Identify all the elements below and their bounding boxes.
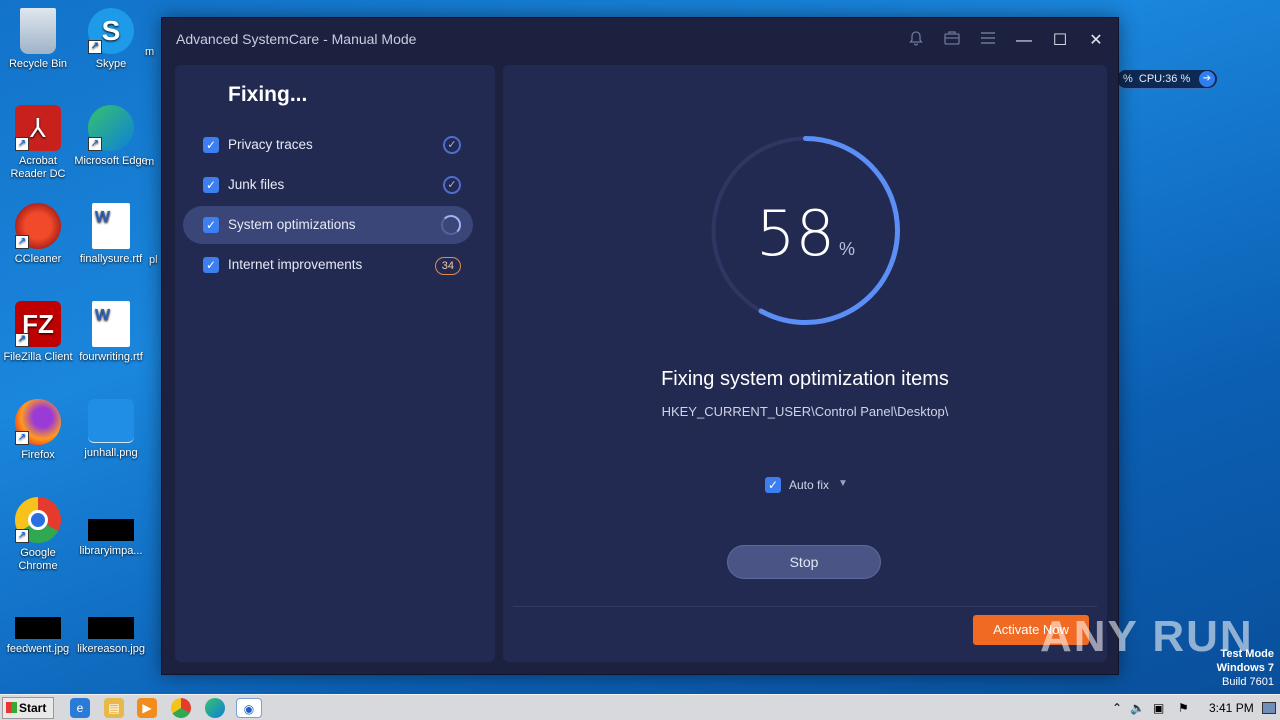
check-circle-icon: ✓ xyxy=(443,136,461,154)
image-file-icon xyxy=(15,617,61,639)
task-privacy-traces[interactable]: ✓ Privacy traces ✓ xyxy=(183,126,473,164)
build-label: Build 7601 xyxy=(1222,676,1274,688)
file-explorer-icon[interactable]: ▤ xyxy=(104,698,124,718)
bell-icon[interactable] xyxy=(905,30,927,52)
divider xyxy=(513,606,1097,607)
edge-taskbar-icon[interactable] xyxy=(205,698,225,718)
menu-icon[interactable] xyxy=(977,30,999,52)
recycle-bin-icon xyxy=(20,8,56,54)
task-system-optimizations[interactable]: ✓ System optimizations xyxy=(183,206,473,244)
advanced-systemcare-taskbar-icon[interactable]: ◉ xyxy=(236,698,262,718)
auto-fix-checkbox[interactable]: ✓ xyxy=(765,477,781,493)
fixing-heading: Fixing... xyxy=(228,83,308,106)
window-title: Advanced SystemCare - Manual Mode xyxy=(176,31,417,47)
minimize-button[interactable]: — xyxy=(1013,30,1035,52)
windows-version-label: Windows 7 xyxy=(1216,662,1274,674)
auto-fix-option[interactable]: ✓ Auto fix ▼ xyxy=(765,476,865,494)
tray-expand-icon[interactable]: ⌃ xyxy=(1112,701,1122,715)
task-list-panel: Fixing... ✓ Privacy traces ✓ ✓ Junk file… xyxy=(175,65,495,662)
chrome-icon: ↗ xyxy=(15,497,61,543)
progress-unit: % xyxy=(838,239,855,259)
task-label: Privacy traces xyxy=(228,137,313,152)
task-junk-files[interactable]: ✓ Junk files ✓ xyxy=(183,166,473,204)
task-internet-improvements[interactable]: ✓ Internet improvements 34 xyxy=(183,246,473,284)
image-file-icon xyxy=(88,519,134,541)
test-mode-label: Test Mode xyxy=(1220,648,1274,660)
os-test-mode-info: Test Mode Windows 7 Build 7601 xyxy=(1217,647,1274,689)
network-icon[interactable]: ▣ xyxy=(1153,701,1164,715)
desktop-icon-recycle-bin[interactable]: Recycle Bin xyxy=(0,8,76,71)
desktop-icon-finallysure[interactable]: W finallysure.rtf xyxy=(73,203,149,266)
image-file-icon xyxy=(88,617,134,639)
desktop-icon-feedwent[interactable]: feedwent.jpg xyxy=(0,595,76,656)
cpu-widget-label: CPU:36 % xyxy=(1138,73,1191,85)
media-player-icon[interactable]: ▶ xyxy=(137,698,157,718)
chrome-taskbar-icon[interactable] xyxy=(171,698,191,718)
ccleaner-icon: ↗ xyxy=(15,203,61,249)
progress-value: 58 xyxy=(756,197,835,270)
progress-percentage: 58% xyxy=(708,197,903,270)
check-circle-icon: ✓ xyxy=(443,176,461,194)
close-button[interactable]: ✕ xyxy=(1085,30,1107,52)
task-label: Internet improvements xyxy=(228,257,363,272)
clock[interactable]: 3:41 PM xyxy=(1209,701,1254,715)
checkbox[interactable]: ✓ xyxy=(203,217,219,233)
desktop-icon-ccleaner[interactable]: ↗ CCleaner xyxy=(0,203,76,266)
desktop-icon-filezilla[interactable]: FZ ↗ FileZilla Client xyxy=(0,301,76,364)
status-title: Fixing system optimization items xyxy=(661,368,949,390)
image-file-icon xyxy=(88,399,134,443)
checkbox[interactable]: ✓ xyxy=(203,257,219,273)
auto-fix-label: Auto fix xyxy=(789,478,830,492)
task-label: Junk files xyxy=(228,177,285,192)
titlebar: Advanced SystemCare - Manual Mode — ☐ ✕ xyxy=(162,18,1118,64)
acrobat-icon: ⅄ ↗ xyxy=(15,105,61,151)
loading-spinner-icon xyxy=(441,215,461,235)
show-desktop-button[interactable] xyxy=(1262,702,1276,714)
task-label: System optimizations xyxy=(228,217,356,232)
windows-logo-icon xyxy=(6,702,17,713)
word-document-icon: W xyxy=(92,203,130,249)
filezilla-icon: FZ ↗ xyxy=(15,301,61,347)
internet-explorer-icon[interactable]: e xyxy=(70,698,90,718)
checkbox[interactable]: ✓ xyxy=(203,137,219,153)
skype-icon: S ↗ xyxy=(88,8,134,54)
desktop-icon-edge[interactable]: ↗ Microsoft Edge xyxy=(73,105,149,168)
taskbar: Start e ▤ ▶ ◉ ⌃ 🔈 ▣ ⚑ 3:41 PM xyxy=(0,694,1280,720)
action-center-flag-icon[interactable]: ⚑ xyxy=(1178,701,1189,715)
edge-icon: ↗ xyxy=(88,105,134,151)
desktop-icon-skype[interactable]: S ↗ Skype xyxy=(73,8,149,71)
arrow-right-icon[interactable]: ➔ xyxy=(1199,71,1215,87)
firefox-icon: ↗ xyxy=(15,399,61,445)
desktop-icon-libraryimpa[interactable]: libraryimpa... xyxy=(73,497,149,558)
stop-button[interactable]: Stop xyxy=(727,545,881,579)
start-button[interactable]: Start xyxy=(2,697,54,719)
status-path: HKEY_CURRENT_USER\Control Panel\Desktop\ xyxy=(661,404,949,419)
progress-ring: 58% xyxy=(708,133,903,328)
desktop-icon-likereason[interactable]: likereason.jpg xyxy=(73,595,149,656)
progress-panel: 58% Fixing system optimization items HKE… xyxy=(503,65,1107,662)
desktop-icon-junhall[interactable]: junhall.png xyxy=(73,399,149,460)
desktop-icon-firefox[interactable]: ↗ Firefox xyxy=(0,399,76,462)
chevron-down-icon[interactable]: ▼ xyxy=(838,478,848,489)
cpu-monitor-widget[interactable]: % CPU:36 % ➔ xyxy=(1116,69,1218,89)
volume-icon[interactable]: 🔈 xyxy=(1130,701,1145,715)
cpu-widget-prefix: % xyxy=(1123,73,1133,85)
toolbox-icon[interactable] xyxy=(941,30,963,52)
desktop-icon-fourwriting[interactable]: W fourwriting.rtf xyxy=(73,301,149,364)
desktop-icon-chrome[interactable]: ↗ Google Chrome xyxy=(0,497,76,573)
app-window: Advanced SystemCare - Manual Mode — ☐ ✕ … xyxy=(161,17,1119,675)
start-label: Start xyxy=(19,701,47,715)
maximize-button[interactable]: ☐ xyxy=(1049,30,1071,52)
desktop-icon-acrobat[interactable]: ⅄ ↗ Acrobat Reader DC xyxy=(0,105,76,181)
word-document-icon: W xyxy=(92,301,130,347)
checkbox[interactable]: ✓ xyxy=(203,177,219,193)
issue-count-badge: 34 xyxy=(434,257,461,275)
